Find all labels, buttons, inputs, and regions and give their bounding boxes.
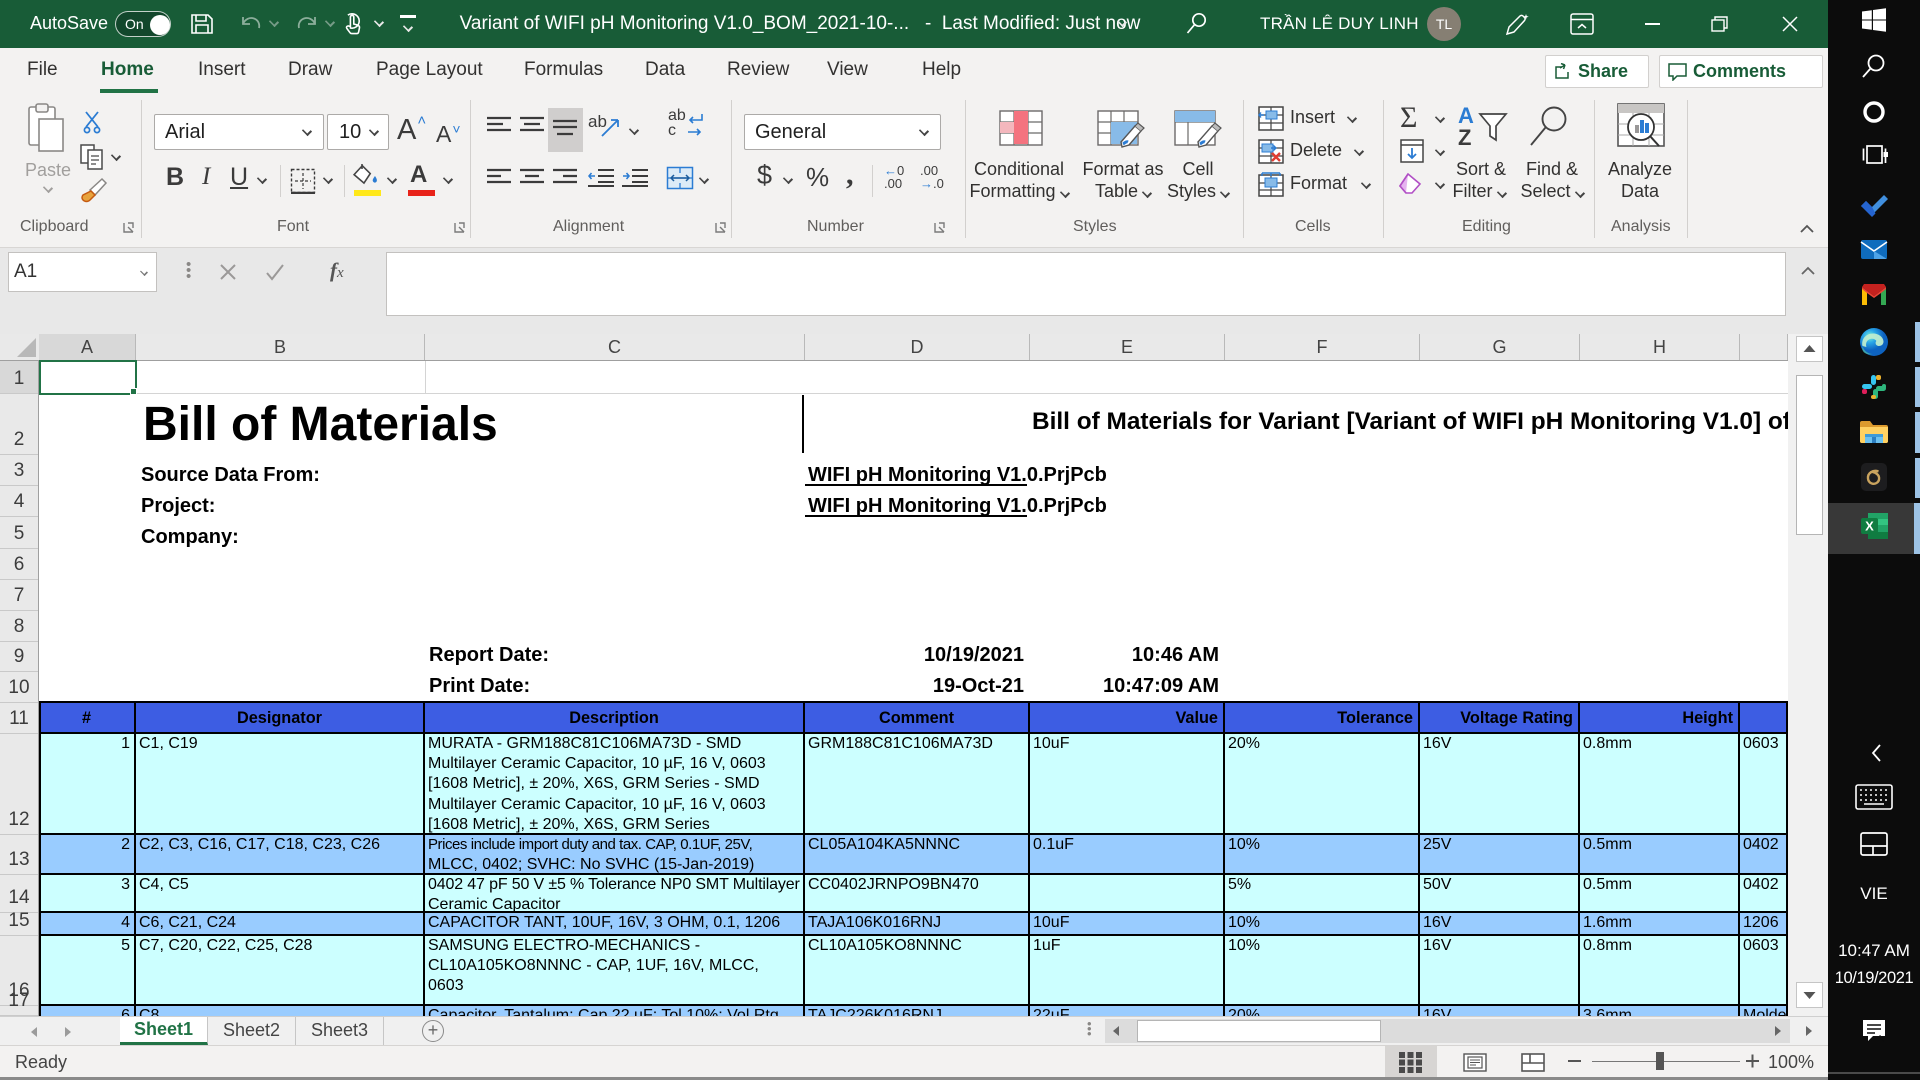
- svg-text:X: X: [1865, 519, 1874, 534]
